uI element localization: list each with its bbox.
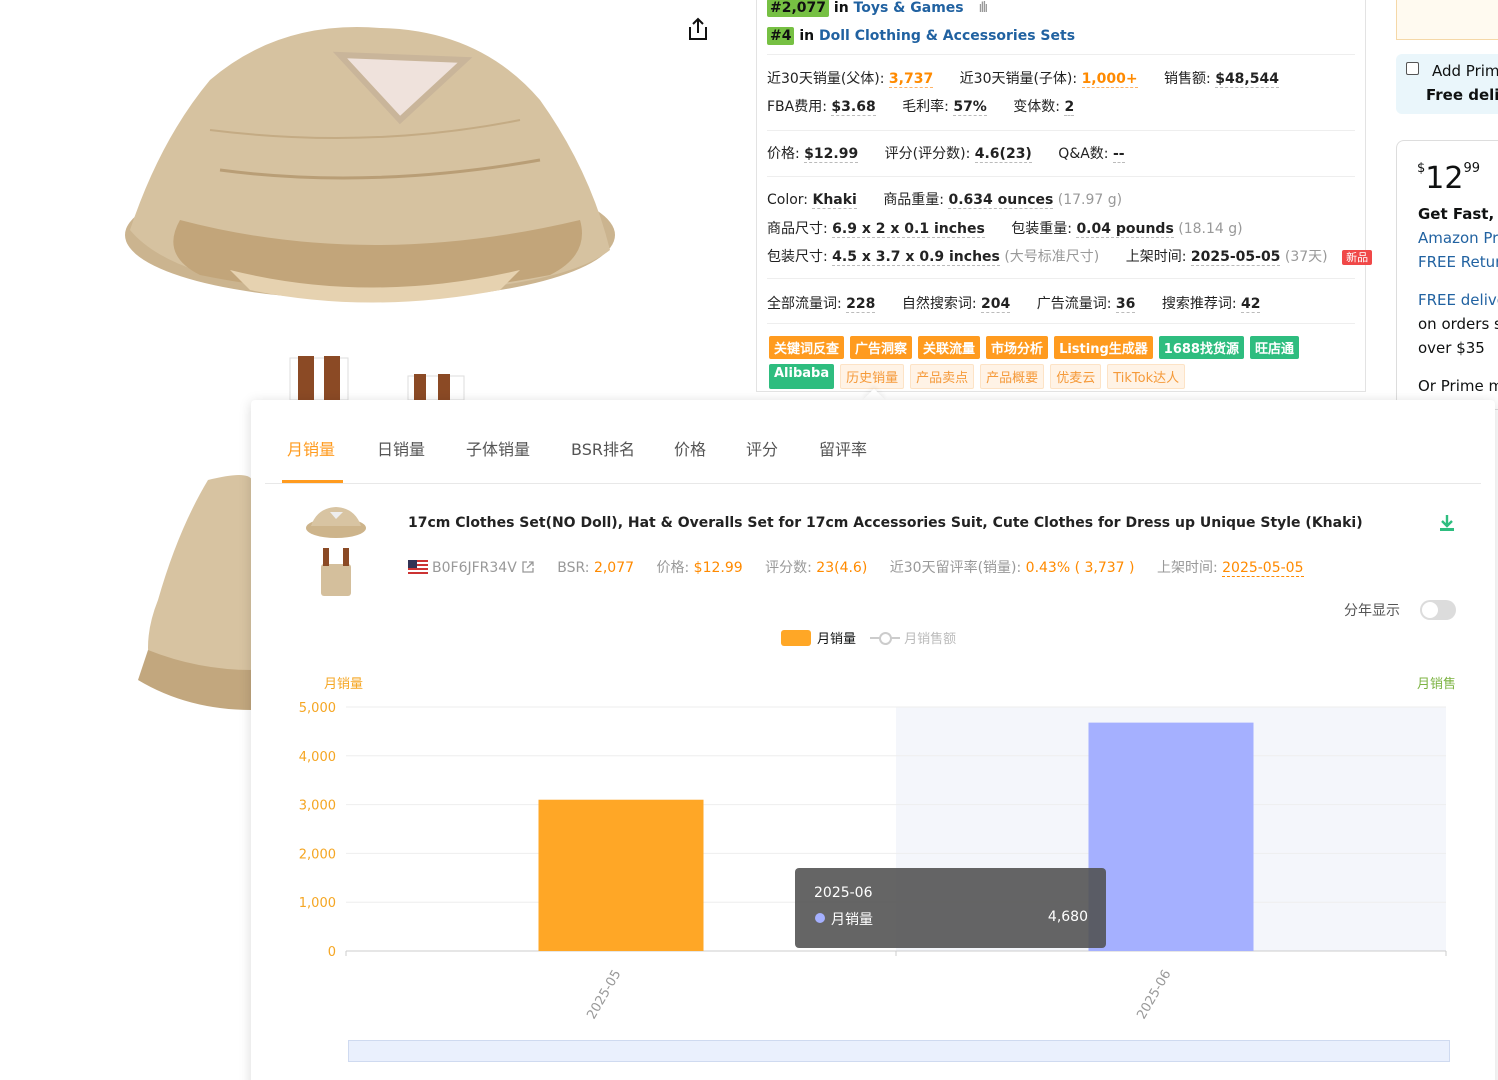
chart-zoom-slider[interactable]	[348, 1040, 1450, 1062]
row2-tool-button[interactable]: 产品卖点	[910, 364, 975, 389]
buybox: $1299 Get Fast, F Amazon Pr FREE Retur F…	[1396, 140, 1498, 410]
add-prime-checkbox[interactable]	[1406, 62, 1419, 75]
y-tick-label: 4,000	[299, 750, 336, 765]
share-icon[interactable]	[686, 16, 710, 42]
stats-row-sales: 近30天销量(父体): 3,737 近30天销量(子体): 1,000+ 销售额…	[767, 71, 1279, 88]
x-tick-label: 2025-05	[584, 968, 624, 1023]
row1-tool-button[interactable]: 关联流量	[918, 336, 981, 359]
category-link-doll-clothing[interactable]: Doll Clothing & Accessories Sets	[819, 28, 1075, 44]
buybox-top-banner	[1396, 0, 1498, 40]
row2-tool-button[interactable]: 历史销量	[840, 364, 905, 389]
new-product-badge: 新品	[1342, 250, 1373, 265]
product-main-image	[125, 27, 615, 303]
row1-tool-button[interactable]: 市场分析	[986, 336, 1049, 359]
row1-tool-button[interactable]: 广告洞察	[850, 336, 913, 359]
sales-history-panel: 月销量 日销量 子体销量 BSR排名 价格 评分 留评率 17cm Clothe…	[251, 400, 1495, 1080]
y-tick-label: 2,000	[299, 847, 336, 862]
x-tick-label: 2025-06	[1134, 968, 1174, 1023]
stats-row-dimensions: 商品尺寸: 6.9 x 2 x 0.1 inches 包装重量: 0.04 po…	[767, 221, 1243, 238]
chart-tooltip: 2025-06 月销量 4,680	[795, 868, 1106, 948]
row1-tool-button[interactable]: 1688找货源	[1158, 336, 1244, 359]
bar-2025-06[interactable]	[1088, 722, 1254, 951]
bar-chart-icon[interactable]: ıIlı	[979, 0, 989, 16]
stats-row-fees: FBA费用: $3.68 毛利率: 57% 变体数: 2	[767, 99, 1075, 116]
stats-row-price: 价格: $12.99 评分(评分数): 4.6(23) Q&A数: --	[767, 146, 1125, 163]
row1-tool-button[interactable]: 旺店通	[1249, 336, 1299, 359]
row2-tool-button[interactable]: Alibaba	[769, 364, 835, 389]
monthly-sales-chart: 0 1,000 2,000 3,000 4,000 5,000 2025-05 2025-06	[299, 701, 1447, 1023]
bar-2025-05[interactable]	[538, 799, 704, 951]
stats-row-color-weight: Color: Khaki 商品重量: 0.634 ounces (17.97 g…	[767, 192, 1123, 209]
bsr-rank-main: #2,077 in Toys & Games ıIlı	[767, 0, 989, 17]
prime-offer-box: Add Prim Free deliv	[1396, 54, 1498, 114]
product-thumbnail-overalls[interactable]	[288, 352, 468, 400]
row2-tool-button[interactable]: 产品概要	[980, 364, 1045, 389]
y-tick-label: 5,000	[299, 701, 336, 716]
row1-tool-button[interactable]: 关键词反查	[769, 336, 845, 359]
tool-buttons-row-2: Alibaba 历史销量 产品卖点 产品概要 优麦云 TikTok达人	[769, 364, 1186, 389]
row1-tool-button[interactable]: Listing生成器	[1054, 336, 1153, 359]
category-link-toys[interactable]: Toys & Games	[854, 0, 964, 16]
product-info-card: #2,077 in Toys & Games ıIlı #4 in Doll C…	[756, 0, 1373, 392]
tool-buttons-row-1: 关键词反查 广告洞察 关联流量 市场分析 Listing生成器 1688找货源 旺店通	[769, 336, 1299, 359]
bsr-rank-sub: #4 in Doll Clothing & Accessories Sets	[767, 27, 1075, 45]
y-tick-label: 0	[328, 945, 336, 960]
row2-tool-button[interactable]: TikTok达人	[1107, 364, 1186, 389]
y-tick-label: 3,000	[299, 799, 336, 814]
row2-tool-button[interactable]: 优麦云	[1050, 364, 1102, 389]
buybox-price: $1299	[1417, 161, 1481, 196]
product-side-image	[138, 475, 252, 710]
stats-row-keywords: 全部流量词: 228 自然搜索词: 204 广告流量词: 36 搜索推荐词: 4…	[767, 296, 1261, 313]
y-tick-label: 1,000	[299, 896, 336, 911]
stats-row-package: 包装尺寸: 4.5 x 3.7 x 0.9 inches (大号标准尺寸) 上架…	[767, 246, 1373, 266]
